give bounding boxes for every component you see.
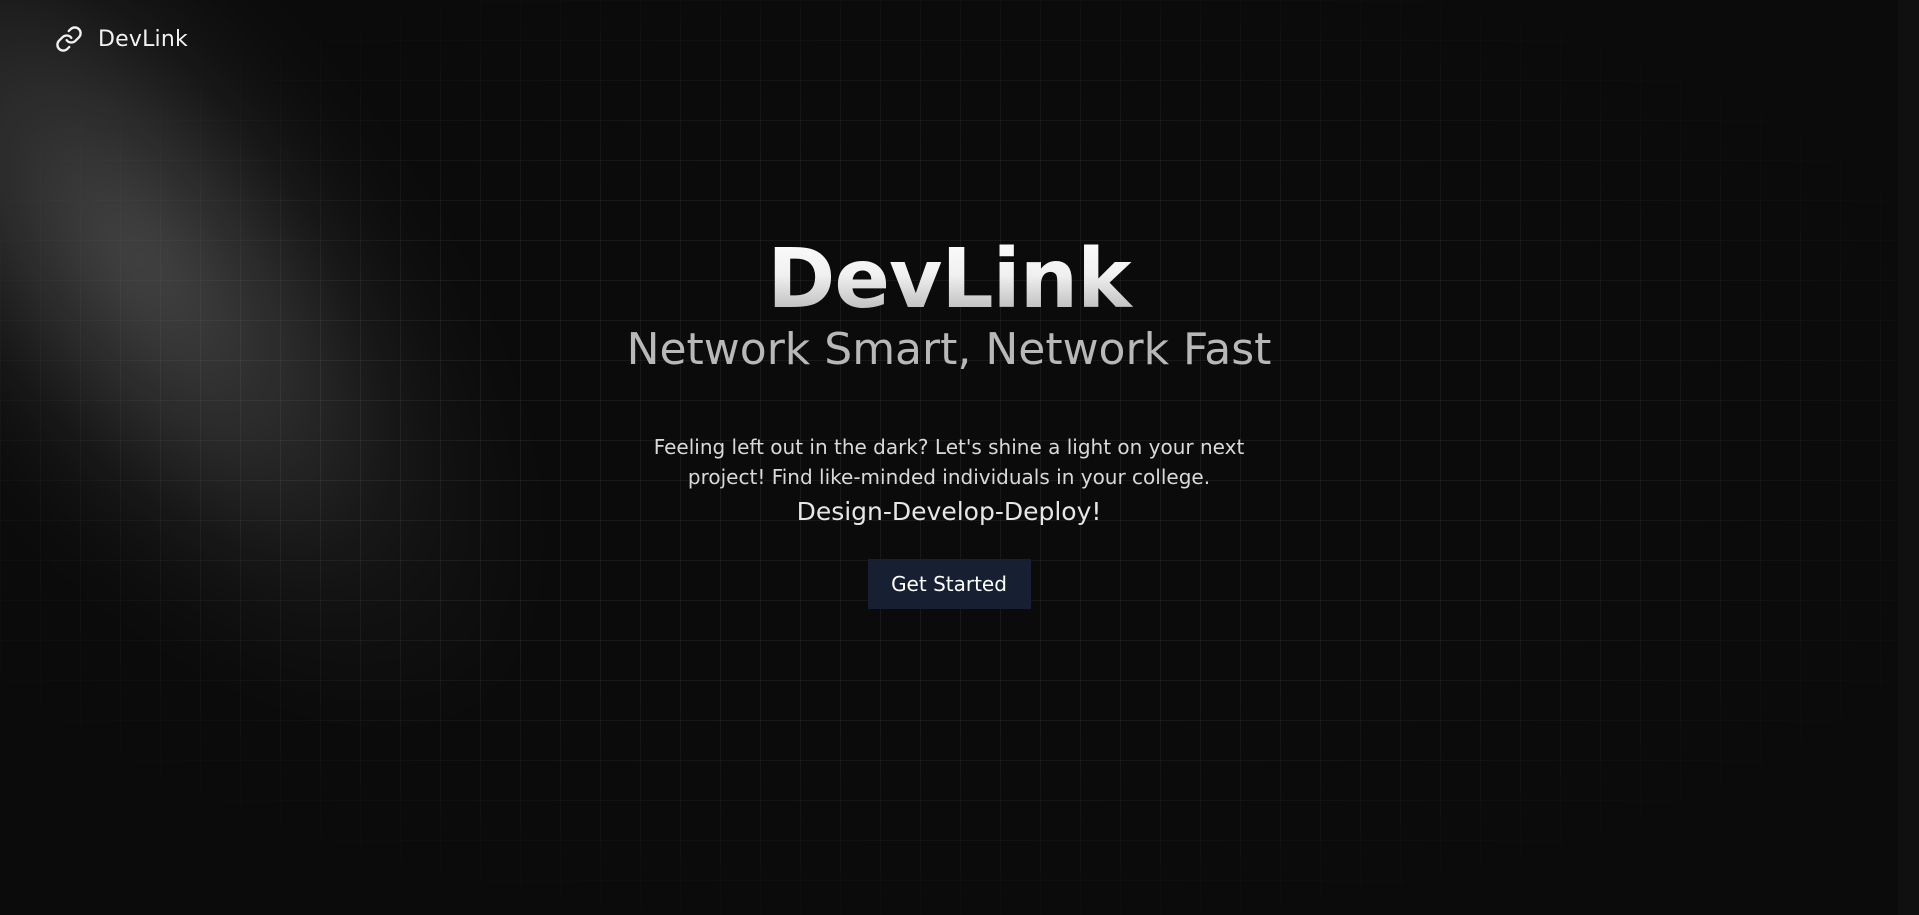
link-icon[interactable] xyxy=(54,24,84,54)
hero-description: Feeling left out in the dark? Let's shin… xyxy=(653,435,1245,489)
hero-title: DevLink xyxy=(0,232,1898,328)
navbar: DevLink xyxy=(54,24,188,54)
scrollbar-track[interactable] xyxy=(1898,0,1919,915)
get-started-button[interactable]: Get Started xyxy=(867,559,1031,609)
hero-section: DevLink Network Smart, Network Fast Feel… xyxy=(0,232,1898,609)
landing-page: DevLink DevLink Network Smart, Network F… xyxy=(0,0,1919,915)
brand-name[interactable]: DevLink xyxy=(98,27,188,52)
hero-tagline: Design-Develop-Deploy! xyxy=(796,497,1102,526)
hero-subtitle: Network Smart, Network Fast xyxy=(626,324,1272,375)
